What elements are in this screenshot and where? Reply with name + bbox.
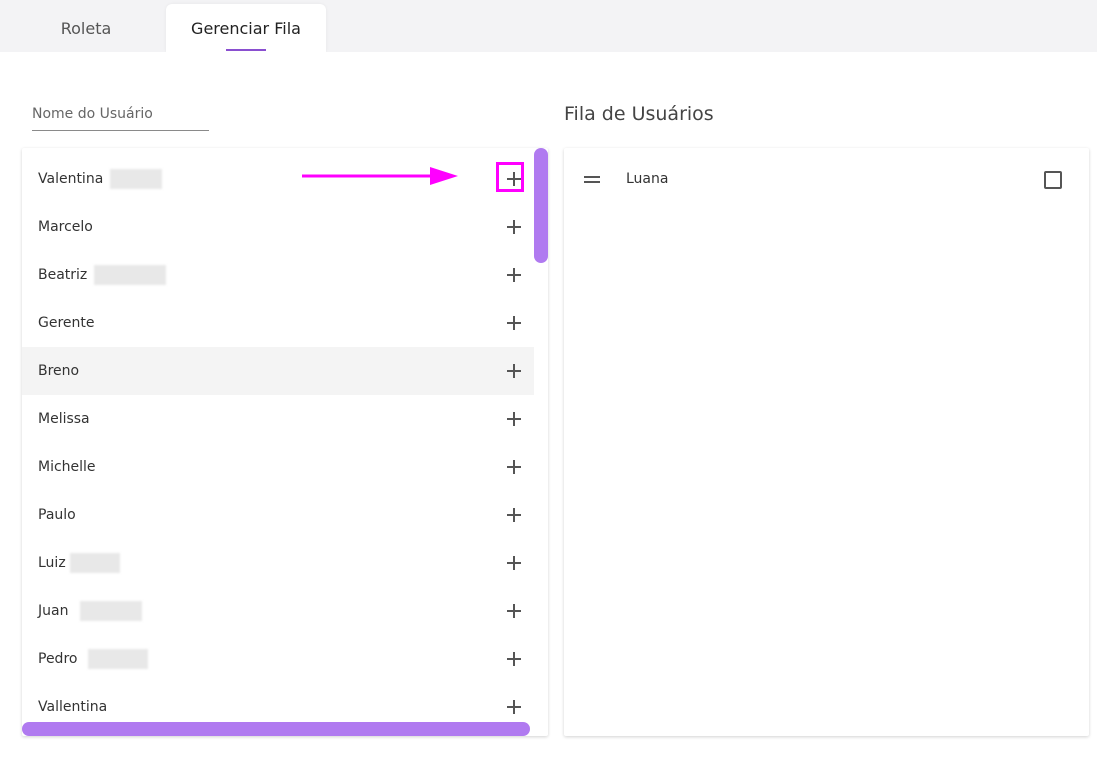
user-name: Luiz [38,555,66,571]
user-name: Melissa [38,411,90,427]
queue-item-checkbox[interactable] [1044,171,1062,189]
add-user-plus-icon[interactable] [502,551,526,575]
add-user-plus-icon[interactable] [502,407,526,431]
vertical-scroll-thumb[interactable] [534,148,548,263]
tab-gerenciar-fila[interactable]: Gerenciar Fila [166,4,326,52]
user-name: Juan [38,603,69,619]
user-row: Beatriz [22,251,534,299]
add-user-plus-icon[interactable] [502,599,526,623]
user-name: Marcelo [38,219,93,235]
add-user-plus-icon[interactable] [502,503,526,527]
redacted-surname [70,553,120,573]
user-list: Valentina Marcelo Beatriz Gerente Breno … [22,148,548,736]
queue-user-name: Luana [626,171,669,187]
add-user-plus-icon[interactable] [502,311,526,335]
add-user-plus-icon[interactable] [502,215,526,239]
add-user-plus-icon[interactable] [502,359,526,383]
user-row: Luiz [22,539,534,587]
user-name: Michelle [38,459,96,475]
user-row: Marcelo [22,203,534,251]
queue-row: Luana [564,155,1089,203]
tab-bar: Roleta Gerenciar Fila [0,0,1097,52]
user-name: Breno [38,363,80,379]
user-row: Juan [22,587,534,635]
user-queue: Luana [564,148,1089,736]
add-user-plus-icon[interactable] [502,263,526,287]
user-row: Breno [22,347,534,395]
arrow-annotation-icon [302,167,458,185]
highlight-box [496,162,524,192]
add-user-plus-icon[interactable] [502,695,526,719]
redacted-surname [88,649,148,669]
redacted-surname [80,601,142,621]
user-name: Valentina [38,171,104,187]
search-label: Nome do Usuário [32,106,153,122]
search-user-input[interactable]: Nome do Usuário [32,104,209,131]
user-row: Paulo [22,491,534,539]
horizontal-scroll-thumb[interactable] [22,722,530,736]
user-name: Gerente [38,315,95,331]
vertical-scrollbar[interactable] [534,148,548,736]
redacted-surname [110,169,162,189]
user-name: Pedro [38,651,78,667]
redacted-surname [94,265,166,285]
active-tab-indicator [226,49,266,51]
user-name: Paulo [38,507,76,523]
user-row: Gerente [22,299,534,347]
user-row: Pedro [22,635,534,683]
queue-title: Fila de Usuários [564,103,714,125]
add-user-plus-icon[interactable] [502,455,526,479]
add-user-plus-icon[interactable] [502,647,526,671]
drag-handle-icon[interactable] [584,173,600,185]
user-name: Beatriz [38,267,88,283]
user-row: Melissa [22,395,534,443]
tab-roleta[interactable]: Roleta [6,4,166,52]
horizontal-scrollbar[interactable] [22,722,534,736]
user-row: Michelle [22,443,534,491]
